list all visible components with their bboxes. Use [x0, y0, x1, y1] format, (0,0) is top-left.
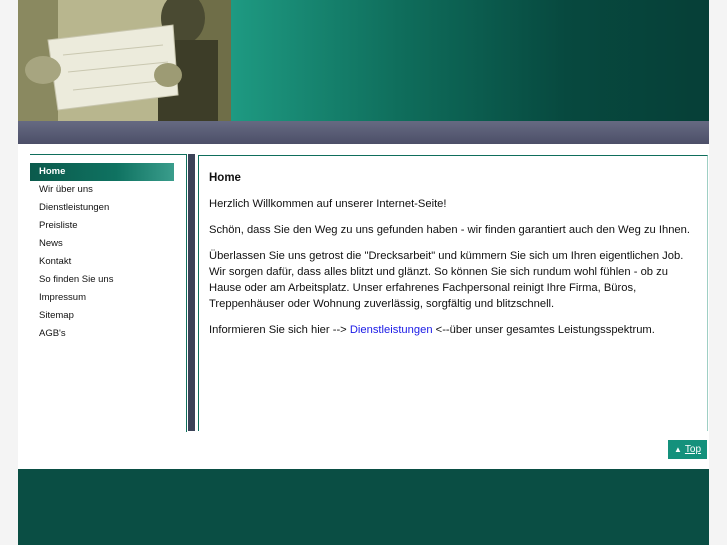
page-footer [18, 469, 709, 545]
header-banner [231, 0, 709, 121]
nav-item-so-finden-sie-uns[interactable]: So finden Sie uns [30, 271, 174, 289]
services-link-prefix: Informieren Sie sich hier --> [209, 324, 350, 336]
header-bar [18, 121, 709, 144]
page-gutter-left [0, 0, 18, 545]
nav-item-impressum[interactable]: Impressum [30, 289, 174, 307]
main-content: Home Herzlich Willkommen auf unserer Int… [198, 155, 708, 431]
sidebar-nav: Home Wir über uns Dienstleistungen Preis… [30, 154, 187, 432]
header-photo [18, 0, 231, 121]
nav-item-wir-ueber-uns[interactable]: Wir über uns [30, 181, 174, 199]
dienstleistungen-link[interactable]: Dienstleistungen [350, 324, 433, 336]
back-to-top-label: Top [684, 444, 702, 455]
nav-item-dienstleistungen[interactable]: Dienstleistungen [30, 199, 174, 217]
nav-item-home[interactable]: Home [30, 163, 174, 181]
chevron-up-icon: ▲ [674, 445, 682, 454]
services-description: Überlassen Sie uns getrost die "Drecksar… [209, 250, 684, 310]
intro-text: Schön, dass Sie den Weg zu uns gefunden … [209, 224, 690, 236]
page-gutter-right [709, 0, 727, 545]
page-title: Home [209, 172, 241, 184]
nav-item-kontakt[interactable]: Kontakt [30, 253, 174, 271]
nav-item-sitemap[interactable]: Sitemap [30, 307, 174, 325]
services-link-paragraph: Informieren Sie sich hier --> Dienstleis… [209, 322, 697, 338]
column-divider [188, 154, 195, 431]
nav-item-preisliste[interactable]: Preisliste [30, 217, 174, 235]
content-body: Home Herzlich Willkommen auf unserer Int… [209, 170, 697, 348]
nav-list: Home Wir über uns Dienstleistungen Preis… [30, 163, 174, 343]
nav-item-news[interactable]: News [30, 235, 174, 253]
nav-item-agbs[interactable]: AGB's [30, 325, 174, 343]
back-to-top-button[interactable]: ▲ Top [668, 440, 707, 459]
services-link-suffix: <--über unser gesamtes Leistungsspektrum… [432, 324, 655, 336]
welcome-text: Herzlich Willkommen auf unserer Internet… [209, 198, 447, 210]
